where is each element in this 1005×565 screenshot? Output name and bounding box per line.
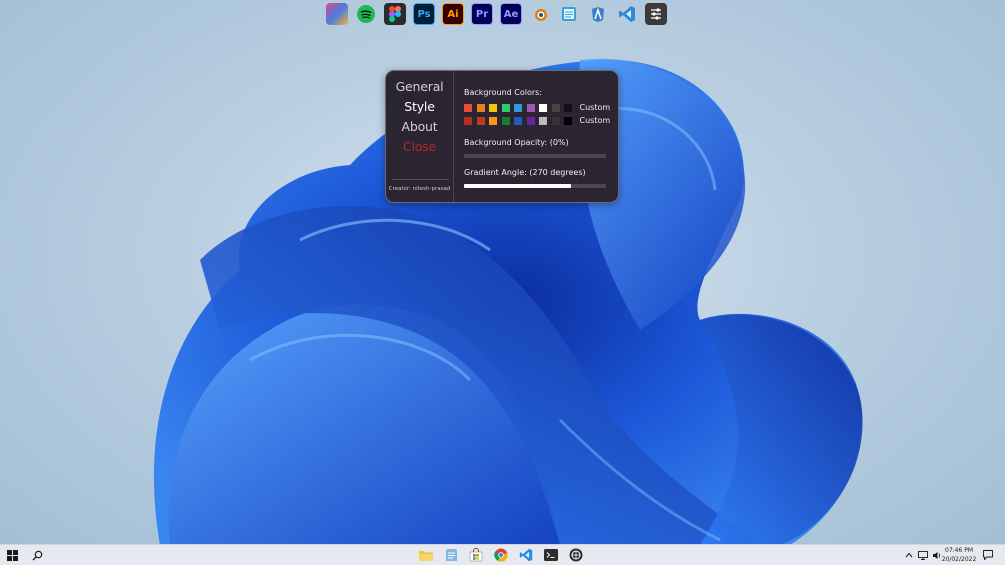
illustrator-icon[interactable]: Ai	[442, 3, 464, 25]
terminal-icon[interactable]	[543, 547, 559, 563]
primary-swatch-3[interactable]	[489, 103, 497, 112]
top-dock: Ps Ai Pr Ae	[326, 3, 667, 25]
primary-swatch-4[interactable]	[501, 103, 510, 112]
secondary-swatch-3[interactable]	[489, 116, 497, 125]
taskbar: 07:46 PM 20/02/2022	[0, 544, 1005, 565]
after-effects-icon[interactable]: Ae	[500, 3, 522, 25]
swatch-row-secondary: Custom	[464, 116, 610, 125]
search-icon	[32, 550, 43, 561]
windows-icon	[7, 550, 18, 561]
chrome-icon[interactable]	[493, 547, 509, 563]
nav-style[interactable]: Style	[386, 99, 453, 114]
start-button[interactable]	[4, 547, 21, 564]
primary-swatch-2[interactable]	[476, 103, 485, 112]
vscode-icon[interactable]	[518, 547, 534, 563]
background-colors-label: Background Colors:	[464, 88, 543, 97]
search-button[interactable]	[29, 547, 46, 564]
notification-button[interactable]	[982, 548, 994, 562]
system-tray	[903, 548, 942, 562]
secondary-swatch-7[interactable]	[539, 116, 547, 125]
swatch-group-secondary	[464, 116, 577, 125]
secondary-swatch-4[interactable]	[501, 116, 510, 125]
spotify-icon[interactable]	[355, 3, 377, 25]
secondary-swatch-8[interactable]	[551, 116, 560, 125]
clock-date: 20/02/2022	[941, 556, 977, 563]
nav-close[interactable]: Close	[386, 139, 453, 154]
gradient-angle-slider[interactable]	[464, 184, 606, 188]
settings-nav: General Style About Close Creator: nites…	[386, 71, 454, 202]
primary-swatch-8[interactable]	[551, 103, 560, 112]
primary-swatch-9[interactable]	[564, 103, 572, 112]
nav-about[interactable]: About	[386, 119, 453, 134]
custom-color-button-secondary[interactable]: Custom	[580, 116, 611, 125]
photoshop-icon[interactable]: Ps	[413, 3, 435, 25]
notepad-icon[interactable]	[443, 547, 459, 563]
blender-icon[interactable]	[529, 3, 551, 25]
nav-divider	[392, 179, 449, 180]
primary-swatch-6[interactable]	[526, 103, 535, 112]
notepad-icon[interactable]	[558, 3, 580, 25]
clock-time: 07:46 PM	[945, 547, 973, 554]
file-explorer-icon[interactable]	[418, 547, 434, 563]
primary-swatch-1[interactable]	[464, 103, 472, 112]
creator-credit: Creator: nitesh-prasad	[388, 186, 451, 192]
swatch-group-primary	[464, 103, 577, 112]
background-opacity-slider[interactable]	[464, 154, 606, 158]
gradient-angle-label: Gradient Angle: (270 degrees)	[464, 168, 586, 177]
secondary-swatch-1[interactable]	[464, 116, 472, 125]
taskbar-apps	[418, 547, 584, 563]
secondary-swatch-5[interactable]	[514, 116, 522, 125]
primary-swatch-7[interactable]	[539, 103, 547, 112]
background-opacity-label: Background Opacity: (0%)	[464, 138, 569, 147]
chevron-up-icon[interactable]	[903, 548, 914, 562]
sliders-icon[interactable]	[645, 3, 667, 25]
microsoft-store-icon[interactable]	[468, 547, 484, 563]
premiere-pro-icon[interactable]: Pr	[471, 3, 493, 25]
primary-swatch-5[interactable]	[514, 103, 522, 112]
custom-color-button[interactable]: Custom	[580, 103, 611, 112]
taskbar-clock[interactable]: 07:46 PM 20/02/2022	[940, 546, 978, 564]
secondary-swatch-9[interactable]	[564, 116, 572, 125]
settings-panel: General Style About Close Creator: nites…	[385, 70, 619, 203]
secondary-swatch-6[interactable]	[526, 116, 535, 125]
notification-icon	[983, 550, 993, 560]
nav-general[interactable]: General	[386, 79, 453, 94]
swatch-row-primary: Custom	[464, 103, 610, 112]
vscode-icon[interactable]	[616, 3, 638, 25]
desktop: Ps Ai Pr Ae General Style About Close Cr…	[0, 0, 1005, 565]
github-desktop-icon[interactable]	[568, 547, 584, 563]
secondary-swatch-2[interactable]	[476, 116, 485, 125]
gradient-angle-fill	[464, 184, 571, 188]
figma-icon[interactable]	[384, 3, 406, 25]
tweaker-icon[interactable]	[326, 3, 348, 25]
android-studio-icon[interactable]	[587, 3, 609, 25]
network-icon[interactable]	[917, 548, 928, 562]
